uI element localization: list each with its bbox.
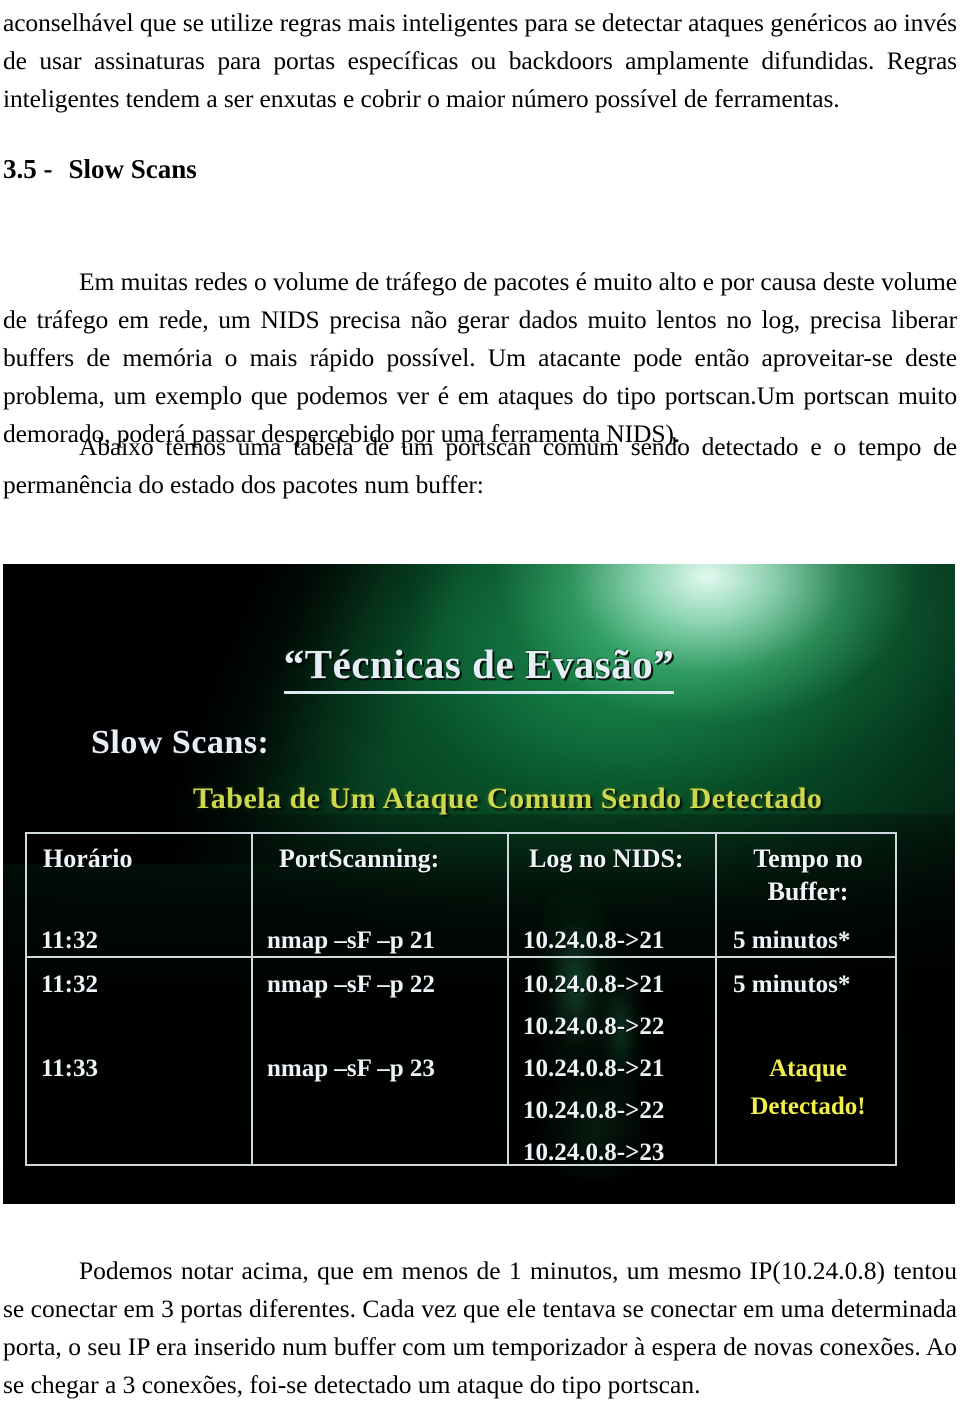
table-row-3-buffer-line1: Ataque (769, 1055, 847, 1082)
table-row-3-buffer-line2: Detectado! (750, 1093, 866, 1120)
table-row-3-log-line2: 10.24.0.8->22 (523, 1097, 665, 1124)
table-row-2-buffer: 5 minutos* (733, 971, 851, 998)
paragraph-body: Em muitas redes o volume de tráfego de p… (3, 267, 957, 448)
slide-subtitle-table-caption: Tabela de Um Ataque Comum Sendo Detectad… (193, 782, 823, 815)
table-row-3-horario: 11:33 (41, 1055, 98, 1082)
paragraph-bottom: Podemos notar acima, que em menos de 1 m… (3, 1256, 957, 1399)
table-row-1-log: 10.24.0.8->21 (523, 927, 665, 954)
section-heading: 3.5 - Slow Scans (3, 152, 197, 186)
slide-table: Horário PortScanning: Log no NIDS: Tempo… (25, 832, 897, 1166)
table-header-log-nids: Log no NIDS: (529, 844, 684, 873)
paragraph-top: aconselhável que se utilize regras mais … (3, 8, 957, 113)
table-header-portscanning: PortScanning: (279, 844, 440, 873)
table-row-3-log-line3: 10.24.0.8->23 (523, 1139, 665, 1166)
table-header-horario: Horário (43, 844, 133, 873)
table-row-1-horario: 11:32 (41, 927, 98, 954)
slide-title: “Técnicas de Evasão” (3, 640, 955, 694)
table-vline-2 (507, 834, 509, 1164)
table-row-1-portscanning: nmap –sF –p 21 (267, 927, 435, 954)
paragraph-intro-table: Abaixo temos uma tabela de um portscan c… (3, 432, 957, 499)
table-row-3-portscanning: nmap –sF –p 23 (267, 1055, 435, 1082)
table-row-3-log-line1: 10.24.0.8->21 (523, 1055, 665, 1082)
slide-subtitle-slow-scans: Slow Scans: (91, 724, 270, 761)
slide-title-text: “Técnicas de Evasão” (283, 640, 675, 694)
table-row-1-buffer: 5 minutos* (733, 927, 851, 954)
heading-number: 3.5 - (3, 154, 53, 184)
heading-title: Slow Scans (68, 154, 197, 184)
document-page: aconselhável que se utilize regras mais … (0, 0, 960, 1399)
table-row-2-log-line2: 10.24.0.8->22 (523, 1013, 665, 1040)
table-row-2-horario: 11:32 (41, 971, 98, 998)
slide-image: “Técnicas de Evasão” Slow Scans: Tabela … (3, 564, 955, 1204)
table-header-tempo-buffer: Tempo no Buffer: (753, 844, 863, 906)
table-row-2-portscanning: nmap –sF –p 22 (267, 971, 435, 998)
table-row-2-log-line1: 10.24.0.8->21 (523, 971, 665, 998)
table-vline-1 (251, 834, 253, 1164)
